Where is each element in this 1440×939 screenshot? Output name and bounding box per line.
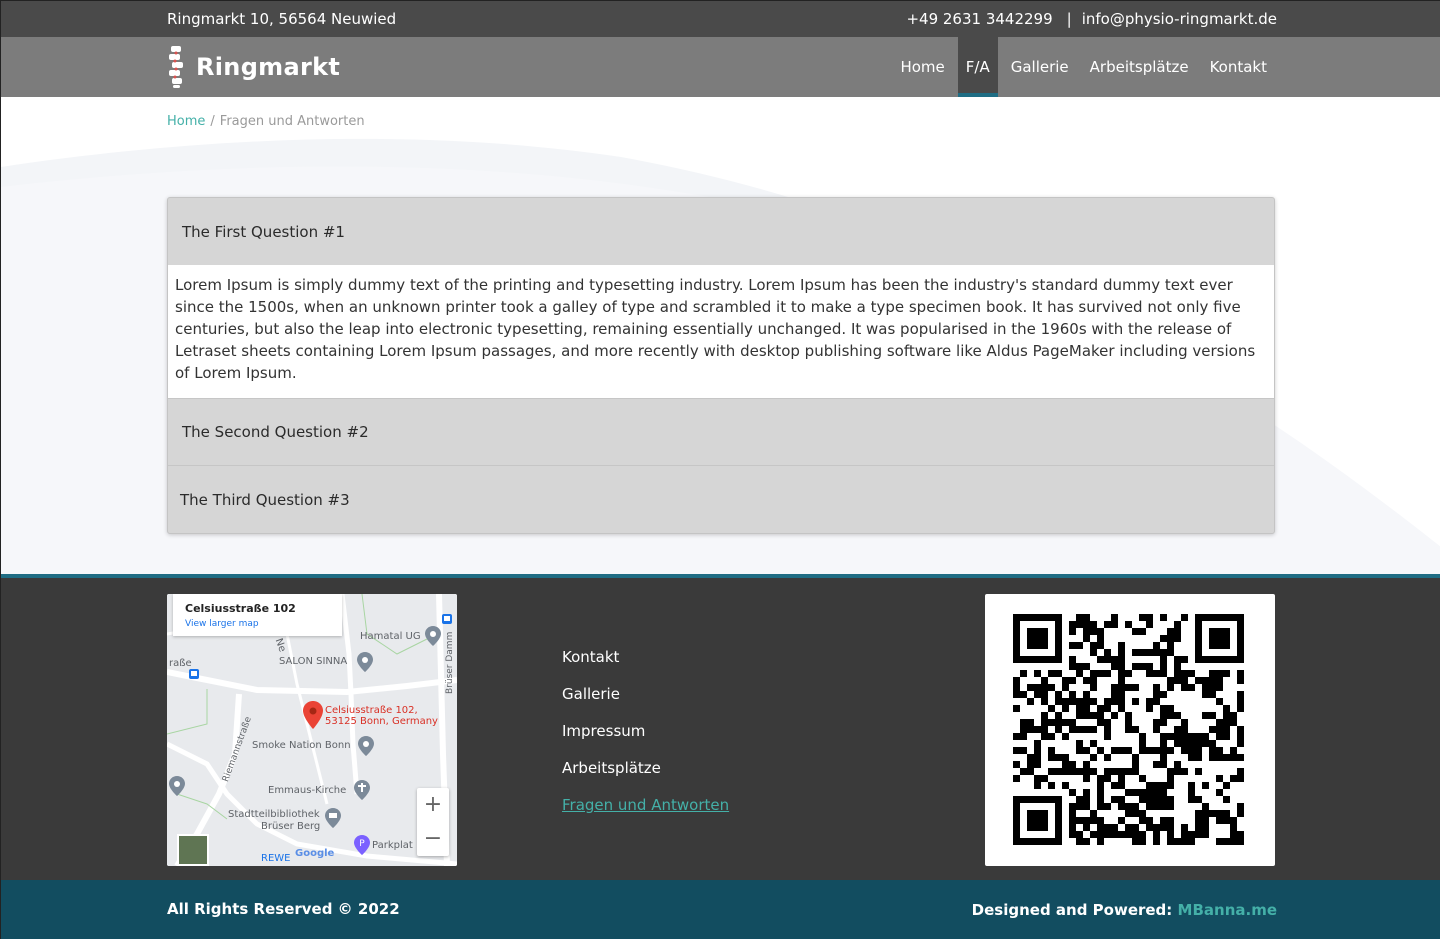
map-place-label: Hamatal UG <box>360 631 421 642</box>
map-place-label: REWE <box>261 853 291 864</box>
faq-question-1-label: The First Question #1 <box>182 222 345 241</box>
powered-brand-link[interactable]: MBanna.me <box>1178 901 1277 919</box>
map-pin-label: Celsiusstraße 102, 53125 Bonn, Germany <box>325 705 438 727</box>
nav-kontakt[interactable]: Kontakt <box>1202 37 1275 97</box>
qr-code-icon <box>1013 614 1244 845</box>
map-place-label: Emmaus-Kirche <box>268 785 347 796</box>
library-marker-icon <box>325 808 341 828</box>
map-street-label: Brüser Damm <box>445 631 455 694</box>
email-link[interactable]: info@physio-ringmarkt.de <box>1082 10 1277 28</box>
breadcrumb-current: Fragen und Antworten <box>219 114 365 129</box>
bus-stop-icon <box>442 614 452 624</box>
phone-link[interactable]: +49 2631 3442299 <box>906 10 1052 28</box>
map-info-card: Celsiusstraße 102 View larger map <box>173 594 342 636</box>
svg-text:P: P <box>359 839 365 849</box>
main-nav: Home F/A Gallerie Arbeitsplätze Kontakt <box>887 37 1275 97</box>
location-pin-icon <box>303 701 323 729</box>
map-place-label: SALON SINNA <box>279 656 348 667</box>
faq-accordion: The First Question #1 Lorem Ipsum is sim… <box>167 197 1275 534</box>
faq-question-2[interactable]: The Second Question #2 <box>168 399 1274 466</box>
qr-code <box>985 594 1275 866</box>
poi-marker-icon <box>169 776 185 796</box>
church-marker-icon <box>354 780 370 800</box>
faq-question-2-label: The Second Question #2 <box>182 423 369 441</box>
faq-answer-1: Lorem Ipsum is simply dummy text of the … <box>168 265 1274 399</box>
nav-arbeitsplaetze[interactable]: Arbeitsplätze <box>1082 37 1197 97</box>
map-pin-label-line1: Celsiusstraße 102, <box>325 705 418 716</box>
footer: Celsiusstraße 102 View larger map Hamata… <box>1 574 1440 880</box>
map-zoom-controls: + − <box>417 788 449 856</box>
poi-marker-icon <box>357 652 373 672</box>
bus-stop-icon <box>189 669 199 679</box>
satellite-toggle[interactable] <box>177 834 209 866</box>
map-card-address: Celsiusstraße 102 <box>185 602 296 615</box>
powered-label: Designed and Powered: <box>971 901 1173 919</box>
poi-marker-icon <box>358 736 374 756</box>
qr-finder-center <box>1027 628 1048 649</box>
faq-question-3[interactable]: The Third Question #3 <box>168 466 1274 533</box>
map-place-label: Brüser Berg <box>261 821 321 832</box>
faq-question-1[interactable]: The First Question #1 <box>168 198 1274 265</box>
powered-by: Designed and Powered: MBanna.me <box>972 901 1277 919</box>
main-content: Home / Fragen und Antworten The First Ques… <box>1 97 1440 574</box>
footer-link-faq[interactable]: Fragen und Antworten <box>562 796 729 833</box>
copyright-bar: All Rights Reserved © 2022 Designed and … <box>1 880 1440 939</box>
embedded-map[interactable]: Celsiusstraße 102 View larger map Hamata… <box>167 594 457 866</box>
view-larger-map-link[interactable]: View larger map <box>185 619 330 629</box>
nav-home[interactable]: Home <box>892 37 952 97</box>
footer-link-kontakt[interactable]: Kontakt <box>562 648 729 685</box>
brand-logo[interactable]: Ringmarkt <box>167 45 340 89</box>
copyright-text: All Rights Reserved © 2022 <box>167 900 400 918</box>
spine-logo-icon <box>169 46 183 88</box>
brand-name: Ringmarkt <box>196 53 341 81</box>
qr-finder-center <box>1209 628 1230 649</box>
contact-info: +49 2631 3442299 | info@physio-ringmarkt.d… <box>906 10 1277 28</box>
map-pin-label-line2: 53125 Bonn, Germany <box>325 716 438 727</box>
nav-gallerie[interactable]: Gallerie <box>1003 37 1077 97</box>
main-navbar: Ringmarkt Home F/A Gallerie Arbeitsplätz… <box>1 37 1440 97</box>
breadcrumb: Home / Fragen und Antworten <box>167 114 365 129</box>
poi-marker-icon <box>425 626 441 646</box>
top-info-bar: Ringmarkt 10, 56564 Neuwied +49 2631 344… <box>1 1 1440 37</box>
footer-link-arbeitsplaetze[interactable]: Arbeitsplätze <box>562 759 729 796</box>
google-logo: Google <box>295 848 335 859</box>
footer-link-gallerie[interactable]: Gallerie <box>562 685 729 722</box>
faq-question-3-label: The Third Question #3 <box>180 490 350 509</box>
address-text: Ringmarkt 10, 56564 Neuwied <box>167 10 397 28</box>
footer-links: Kontakt Gallerie Impressum Arbeitsplätze… <box>562 648 729 833</box>
breadcrumb-home-link[interactable]: Home <box>167 114 205 129</box>
map-street-label: raße <box>169 658 192 669</box>
zoom-in-button[interactable]: + <box>417 788 449 822</box>
breadcrumb-separator: / <box>210 114 215 129</box>
footer-link-impressum[interactable]: Impressum <box>562 722 729 759</box>
contact-separator: | <box>1066 10 1072 28</box>
parking-marker-icon: P <box>354 835 370 855</box>
map-place-label: Parkplat <box>372 840 413 851</box>
zoom-out-button[interactable]: − <box>417 822 449 856</box>
qr-finder-center <box>1027 810 1048 831</box>
nav-fa[interactable]: F/A <box>957 37 998 97</box>
map-place-label: Stadtteilbibliothek <box>228 809 320 820</box>
map-place-label: Smoke Nation Bonn <box>252 740 351 751</box>
